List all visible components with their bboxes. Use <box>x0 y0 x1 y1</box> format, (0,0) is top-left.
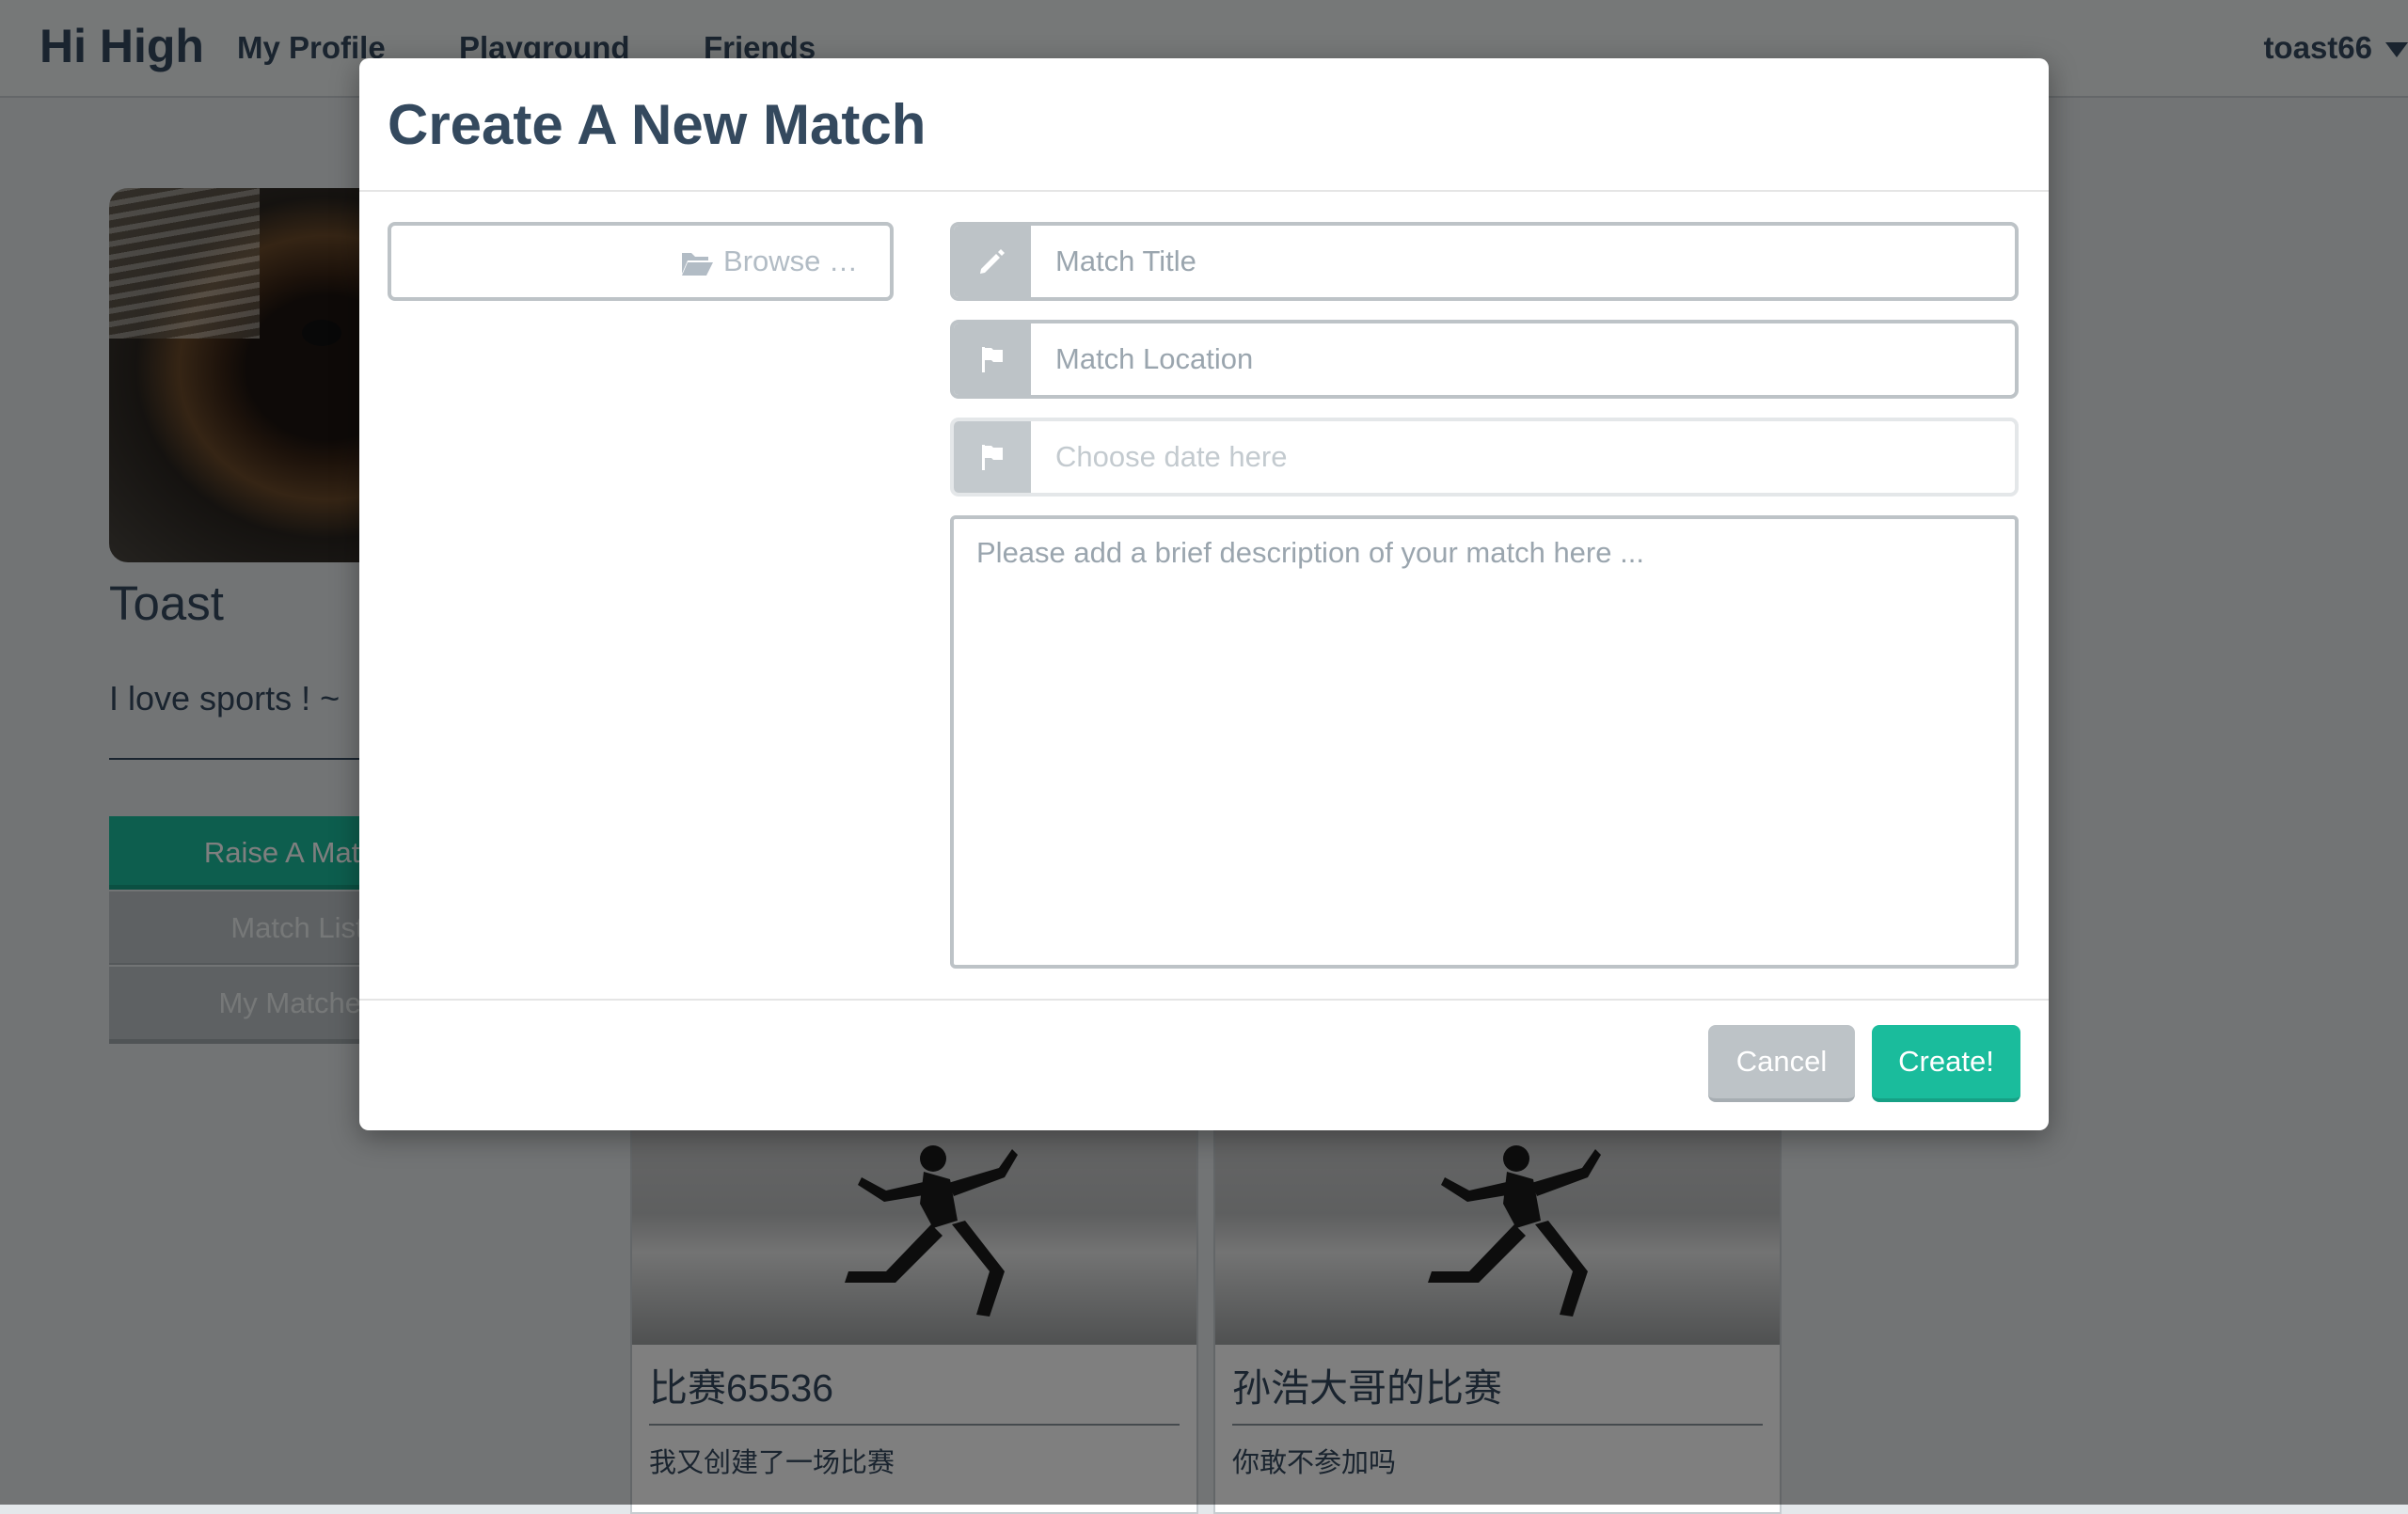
flag-icon <box>982 347 1003 372</box>
folder-open-icon <box>682 252 714 276</box>
pencil-icon <box>980 249 1005 274</box>
match-title-input[interactable] <box>1031 226 2015 297</box>
match-date-group <box>950 418 2019 497</box>
match-title-addon <box>954 226 1031 297</box>
browse-button[interactable]: Browse … <box>388 222 894 301</box>
match-date-addon <box>954 421 1031 493</box>
match-description-textarea[interactable] <box>950 515 2019 969</box>
match-title-group <box>950 222 2019 301</box>
browse-label: Browse … <box>723 244 858 277</box>
modal-title: Create A New Match <box>388 93 927 156</box>
flag-icon <box>982 445 1003 470</box>
match-location-input[interactable] <box>1031 323 2015 395</box>
cancel-button[interactable]: Cancel <box>1708 1025 1855 1102</box>
create-button[interactable]: Create! <box>1872 1025 2020 1102</box>
create-match-modal: Create A New Match Browse … Match Title … <box>359 58 2049 1130</box>
modal-header: Create A New Match <box>359 58 2049 192</box>
match-location-group <box>950 320 2019 399</box>
match-date-input[interactable] <box>1031 421 2015 493</box>
modal-footer-divider <box>359 999 2049 1001</box>
match-location-addon <box>954 323 1031 395</box>
